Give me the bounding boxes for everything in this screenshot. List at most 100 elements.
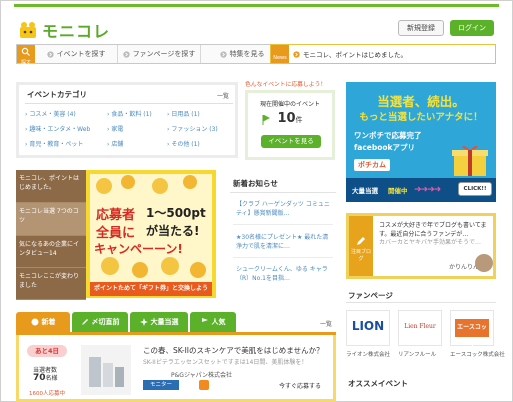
- login-button[interactable]: ログイン: [450, 20, 494, 36]
- news-item[interactable]: シュークリームくん、ゆる キャラ（R）No.1を目指…: [236, 265, 334, 283]
- chevron-right-icon: [293, 50, 300, 58]
- sparkle-icon: [139, 318, 148, 326]
- top-accent-line: [14, 4, 499, 7]
- site-logo[interactable]: モニコレ: [18, 18, 110, 42]
- winners-count: 70名様: [33, 373, 58, 383]
- category-grid: › コスメ・美容 (4) › 食品・飲料 (1) › 日用品 (1) › 趣味・…: [25, 109, 235, 148]
- event-description: SK-IIピテラエッセンスセットですまは14日間、美肌体験を！: [143, 359, 308, 366]
- banner-text: ワンポチで応募完了: [354, 131, 422, 140]
- category-item[interactable]: › ファッション (3): [167, 124, 233, 133]
- chevron-right-icon: [122, 50, 130, 58]
- promo-inner: 応募者 1〜500pt 全員に が当たる! キャンペーーン! ポイントためて「ギ…: [90, 174, 212, 296]
- category-item[interactable]: › その他 (1): [167, 139, 233, 148]
- promo-text: キャンペーーン!: [94, 242, 183, 256]
- banner-bottom-bar: 大量当選 開催中 ➜➜➜➜ CLICK!!: [346, 178, 496, 202]
- featured-blog-panel[interactable]: 注目ブログ コスメが大好きで年でブログも書いてます。最近自分に合うファンデが… …: [346, 213, 496, 279]
- category-item[interactable]: › 日用品 (1): [167, 109, 233, 118]
- days-left-badge: あと4日: [27, 345, 67, 357]
- promo-text: が当たる!: [146, 224, 200, 238]
- category-item[interactable]: › 趣味・エンタメ・Web: [25, 124, 107, 133]
- click-button[interactable]: CLICK!!: [458, 182, 492, 196]
- category-item[interactable]: › コスメ・美容 (4): [25, 109, 107, 118]
- category-item[interactable]: › 育児・教育・ペット: [25, 139, 107, 148]
- divider: [346, 302, 496, 303]
- banner-subheadline: もっと当選したいアナタに！: [359, 112, 483, 123]
- nav-item-label: 特集を見る: [229, 50, 265, 58]
- promo-text: 1〜500pt: [146, 206, 206, 220]
- pochicam-logo: ポチカム: [354, 159, 390, 171]
- fanpage-name[interactable]: ライオン株式会社: [346, 350, 390, 358]
- fanpage-logo-lienfleur[interactable]: Lien Fleur: [398, 310, 442, 346]
- category-item[interactable]: › 食品・飲料 (1): [107, 109, 167, 118]
- category-more-link[interactable]: 一覧: [217, 91, 229, 100]
- feature-list-item[interactable]: 気になるあの企業にインタビュー14: [16, 236, 86, 268]
- divider: [230, 192, 336, 193]
- pochicam-banner[interactable]: 当選者、続出。 もっと当選したいアナタに！ ワンポチで応募完了 facebook…: [346, 82, 496, 202]
- nav-item-label: ファンページを探す: [132, 50, 196, 58]
- fanpage-section-title: ファンページ: [348, 291, 393, 300]
- gift-box-icon: [452, 145, 488, 176]
- fanpage-logo-acecook[interactable]: エースコック: [450, 310, 494, 349]
- pencil-icon: [81, 319, 88, 325]
- tab-popular[interactable]: 人気: [190, 312, 236, 332]
- event-title[interactable]: この春、SK-IIのスキンケアで美肌をはじめませんか？: [143, 345, 324, 356]
- apply-now-link[interactable]: 今すぐ応募する: [279, 381, 321, 390]
- blog-excerpt: コスメが大好きで年でブログも書いてます。最近自分に合うファンデが… カバーカとヤ…: [379, 222, 487, 246]
- feature-list-item[interactable]: モニコレ当選 7つのコツ: [16, 203, 86, 236]
- product-image: [81, 345, 131, 395]
- nav-item-fanpages[interactable]: ファンページを探す: [118, 45, 201, 63]
- nav-item-label: イベントを探す: [56, 50, 106, 58]
- sun-icon: [31, 318, 38, 326]
- news-item[interactable]: ★30名様にプレゼント★ 最れた清浄力で肌を清潔に…: [236, 233, 334, 251]
- feature-list: モニコレ、ポイントはじめました。 モニコレ当選 7つのコツ 気になるあの企業にイ…: [16, 170, 86, 300]
- category-item[interactable]: › 家電: [107, 124, 167, 133]
- news-section-title: 新着お知らせ: [233, 179, 278, 188]
- fanpage-name[interactable]: リアンフルール: [398, 350, 436, 358]
- nav-search-tag: 探す: [17, 45, 35, 66]
- tab-bulk-winners[interactable]: 大量当選: [130, 312, 188, 332]
- feature-list-item[interactable]: モニコレここが変わりました: [16, 268, 86, 300]
- fanpage-logo-lion[interactable]: LION: [346, 310, 390, 346]
- tab-deadline[interactable]: 〆切直前: [72, 312, 128, 332]
- rss-icon: [199, 380, 209, 390]
- promo-bottom-bar: ポイントためて「ギフト券」と交換しよう: [90, 282, 212, 296]
- banner-headline: 当選者、続出。: [377, 94, 465, 109]
- featured-blog-tag: 注目ブログ: [349, 216, 373, 276]
- company-name[interactable]: P&Gジャパン株式会社: [171, 370, 232, 379]
- chevron-right-icon: [219, 50, 227, 58]
- current-event-label: 現在開催中のイベント: [259, 101, 320, 108]
- logo-text: モニコレ: [42, 22, 111, 41]
- feature-list-item[interactable]: モニコレ、ポイントはじめました。: [16, 170, 86, 203]
- logo-icon: [20, 22, 36, 38]
- magnifier-icon: [21, 47, 30, 56]
- tab-new[interactable]: 新着: [16, 312, 70, 332]
- divider: [233, 224, 333, 225]
- main-nav: 探す イベントを探す ファンページを探す 特集を見る: [16, 44, 284, 66]
- news-ticker-text: モニコレ、ポイントはじめました。: [303, 51, 407, 59]
- event-category-title: イベントカテゴリ: [27, 90, 87, 99]
- register-button[interactable]: 新規登録: [398, 20, 444, 36]
- avatar: [475, 254, 493, 272]
- chevron-right-icon: [46, 50, 54, 58]
- tabs-more-link[interactable]: 一覧: [320, 319, 332, 328]
- view-events-button[interactable]: イベントを見る: [261, 135, 321, 148]
- current-event-tag: 色んなイベントに応募しよう！: [245, 82, 327, 88]
- event-tabs: 新着 〆切直前 大量当選 人気: [16, 312, 238, 332]
- divider: [233, 257, 333, 258]
- event-card[interactable]: あと4日 当選者数 70名様 1600人応募中 この春、SK-IIのスキンケアで…: [16, 335, 336, 402]
- flag-icon: [201, 318, 208, 326]
- divider: [25, 103, 233, 104]
- category-item[interactable]: › 店舗: [107, 139, 167, 148]
- nav-item-events[interactable]: イベントを探す: [35, 45, 118, 63]
- arrow-icon: ➜➜➜➜: [414, 185, 441, 195]
- point-campaign-banner[interactable]: 応募者 1〜500pt 全員に が当たる! キャンペーーン! ポイントためて「ギ…: [86, 170, 216, 298]
- monitor-badge: モニター: [143, 380, 179, 390]
- applicants-count: 1600人応募中: [29, 391, 65, 397]
- current-event-panel: 現在開催中のイベント 10件 イベントを見る: [245, 90, 335, 160]
- news-ticker[interactable]: News モニコレ、ポイントはじめました。: [270, 44, 496, 64]
- promo-text: 応募者: [96, 208, 136, 223]
- fanpage-name[interactable]: エースコック株式会社: [450, 350, 505, 358]
- current-event-count: 10件: [277, 111, 303, 126]
- pen-icon: [357, 237, 365, 245]
- news-item[interactable]: 【クラブ ハーゲンダッツ コミュニティ】懸賞新聞版…: [236, 200, 334, 218]
